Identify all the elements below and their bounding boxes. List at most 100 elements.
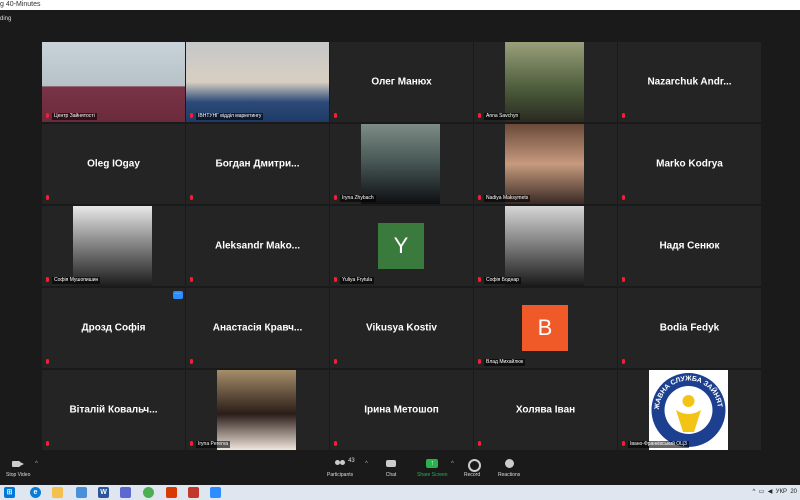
stop-video-button[interactable]: Stop Video [6,459,30,478]
record-button[interactable]: Record [464,459,482,478]
network-icon[interactable]: ▭ [759,489,765,495]
participant-video [73,206,152,286]
participant-label: Anna Savchyn [484,113,521,120]
muted-mic-icon [477,277,482,284]
participant-tile[interactable]: Надя Сенюк [618,206,761,286]
pdf-icon[interactable] [188,487,199,498]
muted-mic-icon [45,359,50,366]
participant-tile[interactable]: Iryna Pererva [186,370,329,450]
start-icon[interactable]: ⊞ [4,487,15,498]
muted-mic-icon [189,277,194,284]
participant-tile[interactable]: Oleg IOgay [42,124,185,204]
muted-mic-icon [45,113,50,120]
participant-tile[interactable]: Marko Kodrya [618,124,761,204]
edge-icon[interactable]: e [30,487,41,498]
participant-label: Софія Мушопишин [52,277,101,284]
muted-mic-icon [477,195,482,202]
muted-mic-icon [621,441,626,448]
clock[interactable]: 20 [790,489,797,495]
muted-mic-icon [189,441,194,448]
participant-tile[interactable]: Iryna Zhybach [330,124,473,204]
participants-count: 43 [348,458,355,464]
reactions-button[interactable]: Reactions [498,459,520,478]
participant-tile[interactable]: Ірина Метошоп [330,370,473,450]
muted-mic-icon [45,195,50,202]
participant-tile[interactable]: Bodia Fedyk [618,288,761,368]
participants-button[interactable]: 43 Participants [327,458,355,478]
participant-label: Центр Зайнятості [52,113,97,120]
muted-mic-icon [621,113,626,120]
share-screen-button[interactable]: Share Screen [417,459,448,478]
participant-tile[interactable]: Богдан Дмитри... [186,124,329,204]
share-caret-icon[interactable]: ^ [451,461,454,467]
chevron-up-icon[interactable]: ^ [753,489,756,495]
participant-tile[interactable]: Vikusya Kostiv [330,288,473,368]
participant-name: Олег Манюх [371,76,432,88]
participant-tile[interactable]: Олег Манюх [330,42,473,122]
zoom-icon[interactable] [210,487,221,498]
participant-name: Nazarchuk Andr... [647,76,732,88]
reactions-label: Reactions [498,472,521,478]
participant-tile[interactable]: Холява Іван [474,370,617,450]
participant-tile[interactable]: Y Yuliya Frytula [330,206,473,286]
participant-tile[interactable]: Aleksandr Mako... [186,206,329,286]
participant-name: Bodia Fedyk [659,322,720,334]
reactions-icon [503,459,515,469]
participant-name: Дрозд Софія [81,322,146,334]
stop-video-label: Stop Video [6,472,31,478]
participant-tile[interactable]: Nazarchuk Andr... [618,42,761,122]
mail-icon[interactable] [166,487,177,498]
chat-button[interactable]: Chat [385,459,397,478]
participant-tile[interactable]: B Влад Михайлюк [474,288,617,368]
word-icon[interactable]: W [98,487,109,498]
system-tray: ^ ▭ ◀ УКР 20 [753,488,798,495]
muted-mic-icon [621,195,626,202]
participant-name: Богдан Дмитри... [215,158,300,170]
language-indicator[interactable]: УКР [776,489,787,495]
share-screen-icon [426,459,439,469]
muted-mic-icon [189,195,194,202]
muted-mic-icon [333,441,338,448]
participant-name: Ірина Метошоп [364,404,439,416]
participants-icon: 43 [334,458,355,469]
video-caret-icon[interactable]: ^ [35,461,38,467]
volume-icon[interactable]: ◀ [768,489,773,495]
muted-mic-icon [477,359,482,366]
participant-grid: Центр Зайнятості ІВНТУНГ відділ маркетинг… [0,0,800,500]
camera-icon [12,459,25,469]
participant-label: Софія Боднар [484,277,521,284]
store-icon[interactable] [76,487,87,498]
participant-tile[interactable]: ДЕРЖАВНА СЛУЖБА ЗАЙНЯТОСТІІвано-Франківс… [618,370,761,450]
app-icon[interactable] [120,487,131,498]
participant-tile[interactable]: Віталій Ковальч... [42,370,185,450]
participant-tile[interactable]: Anna Savchyn [474,42,617,122]
participant-label: Влад Михайлюк [484,359,526,366]
participant-tile[interactable]: Софія Мушопишин [42,206,185,286]
folder-icon[interactable] [52,487,63,498]
more-options-icon[interactable]: ··· [173,291,183,299]
participant-tile[interactable]: Центр Зайнятості [42,42,185,122]
chrome-icon[interactable] [143,487,154,498]
record-icon [466,459,482,472]
participants-caret-icon[interactable]: ^ [365,461,368,467]
participant-tile[interactable]: Анастасія Кравч... [186,288,329,368]
participant-label: Nadiya Maksymets [484,195,531,202]
muted-mic-icon [477,113,482,120]
chat-icon [385,459,397,469]
participant-tile[interactable]: Софія Боднар [474,206,617,286]
participant-name: Надя Сенюк [659,240,720,252]
muted-mic-icon [189,113,194,120]
muted-mic-icon [333,277,338,284]
muted-mic-icon [45,277,50,284]
participant-tile[interactable]: ІВНТУНГ відділ маркетингу [186,42,329,122]
participant-name: Холява Іван [515,404,576,416]
chat-label: Chat [385,472,397,478]
participant-tile[interactable]: Nadiya Maksymets [474,124,617,204]
participant-video [505,42,584,122]
participant-tile[interactable]: Дрозд Софія [42,288,185,368]
participant-name: Aleksandr Mako... [214,240,301,252]
muted-mic-icon [45,441,50,448]
windows-taskbar: ⊞ e W ^ ▭ ◀ УКР 20 [0,485,800,500]
participant-video [505,206,584,286]
participant-video [217,370,296,450]
